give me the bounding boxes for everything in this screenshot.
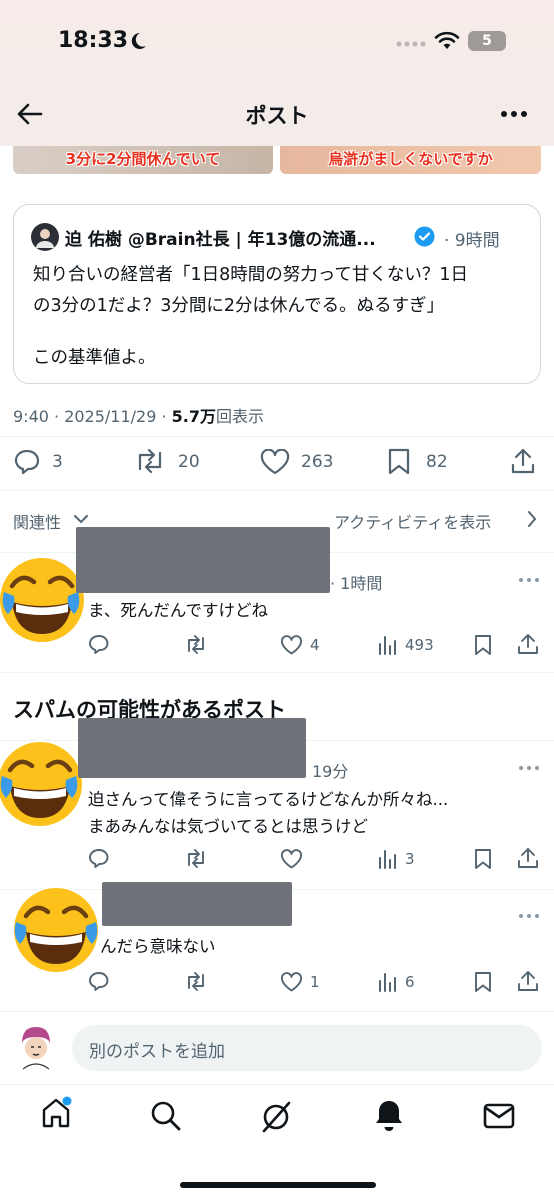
views-icon[interactable] bbox=[377, 849, 397, 869]
reply-view-count: 6 bbox=[405, 973, 415, 991]
battery-level: 5 bbox=[482, 33, 492, 49]
thumbnail-caption: 3分に2分間休んでいて bbox=[65, 150, 221, 168]
reply-like-count: 1 bbox=[310, 973, 320, 991]
my-avatar[interactable] bbox=[14, 1023, 58, 1071]
reply-like-count: 4 bbox=[310, 636, 320, 654]
divider bbox=[0, 1084, 554, 1085]
reply-icon[interactable] bbox=[88, 971, 110, 992]
chevron-down-icon[interactable] bbox=[73, 513, 89, 525]
signal-icon bbox=[396, 41, 426, 47]
moon-icon bbox=[131, 32, 146, 49]
show-activity-link[interactable]: アクティビティを表示 bbox=[334, 509, 491, 533]
repost-icon[interactable] bbox=[184, 849, 208, 868]
reply-view-count: 3 bbox=[405, 850, 415, 868]
status-time: 18:33 bbox=[58, 28, 129, 53]
bookmark-icon[interactable] bbox=[386, 447, 412, 475]
like-icon[interactable] bbox=[280, 849, 303, 869]
reply-icon[interactable] bbox=[88, 634, 110, 655]
divider bbox=[0, 1011, 554, 1012]
like-icon[interactable] bbox=[280, 972, 303, 992]
redacted-username bbox=[78, 718, 306, 778]
reply-time: · 1時間 bbox=[330, 574, 383, 593]
sort-label: 関連性 bbox=[13, 513, 62, 532]
reply-icon[interactable] bbox=[88, 848, 110, 869]
laughing-emoji-icon[interactable] bbox=[0, 732, 88, 836]
bookmark-count: 82 bbox=[426, 452, 448, 472]
views-icon[interactable] bbox=[377, 635, 397, 655]
like-icon[interactable] bbox=[260, 449, 290, 475]
laughing-emoji-icon[interactable] bbox=[6, 880, 106, 980]
views-count: 5.7万 bbox=[171, 407, 217, 426]
divider bbox=[0, 490, 554, 491]
chevron-right-icon[interactable] bbox=[526, 510, 538, 528]
repost-icon[interactable] bbox=[184, 972, 208, 991]
repost-icon[interactable] bbox=[184, 635, 208, 654]
mail-icon[interactable] bbox=[483, 1102, 515, 1130]
more-icon[interactable] bbox=[519, 914, 539, 918]
like-count: 263 bbox=[301, 452, 334, 472]
quoted-text-line: この基準値よ。 bbox=[33, 348, 156, 368]
divider bbox=[0, 672, 554, 673]
share-icon[interactable] bbox=[517, 970, 539, 992]
reply-view-count: 493 bbox=[405, 636, 434, 654]
views-icon[interactable] bbox=[377, 972, 397, 992]
views-label: 回表示 bbox=[216, 407, 265, 426]
quoted-author-name: 迫 佑樹 @Brain社長 | 年13億の流通... bbox=[65, 230, 376, 250]
more-icon[interactable] bbox=[519, 766, 539, 770]
redacted-username bbox=[102, 882, 292, 926]
quoted-author-avatar bbox=[31, 223, 59, 251]
home-indicator bbox=[180, 1182, 376, 1188]
reply-text: んだら意味ない bbox=[100, 937, 216, 956]
bell-icon[interactable] bbox=[372, 1098, 406, 1134]
reply-count: 3 bbox=[52, 452, 63, 472]
bookmark-icon[interactable] bbox=[473, 971, 493, 993]
repost-icon[interactable] bbox=[134, 449, 166, 473]
home-icon[interactable] bbox=[40, 1096, 74, 1130]
quoted-post-time: · 9時間 bbox=[444, 231, 500, 251]
grok-icon[interactable] bbox=[259, 1100, 293, 1134]
thumbnail-caption: 烏滸がましくないですか bbox=[328, 150, 493, 168]
more-icon[interactable] bbox=[500, 110, 528, 118]
bookmark-icon[interactable] bbox=[473, 848, 493, 870]
reply-text: 迫さんって偉そうに言ってるけどなんか所々ね... bbox=[88, 790, 449, 809]
bookmark-icon[interactable] bbox=[473, 634, 493, 656]
post-date: 9:40 · 2025/11/29 · bbox=[13, 407, 172, 426]
share-icon[interactable] bbox=[510, 447, 536, 475]
sort-dropdown[interactable]: 関連性 bbox=[13, 509, 61, 533]
laughing-emoji-icon[interactable] bbox=[0, 548, 88, 652]
quoted-text-line: の3分の1だよ？3分間に2分は休んでる。ぬるすぎ」 bbox=[33, 296, 445, 316]
search-icon[interactable] bbox=[150, 1100, 182, 1132]
more-icon[interactable] bbox=[519, 578, 539, 582]
share-icon[interactable] bbox=[517, 633, 539, 655]
redacted-username bbox=[76, 527, 330, 593]
divider bbox=[0, 436, 554, 437]
share-icon[interactable] bbox=[517, 847, 539, 869]
reply-icon[interactable] bbox=[13, 448, 41, 474]
reply-time: 19分 bbox=[312, 762, 349, 781]
repost-count: 20 bbox=[178, 452, 200, 472]
page-title: ポスト bbox=[245, 104, 309, 128]
reply-text: ま、死んだんですけどね bbox=[88, 601, 269, 620]
wifi-icon bbox=[434, 31, 460, 49]
add-post-placeholder: 別のポストを追加 bbox=[89, 1042, 225, 1062]
reply-text: まあみんなは気づいてるとは思うけど bbox=[88, 817, 369, 836]
verified-icon bbox=[414, 226, 435, 247]
media-thumbnail-left[interactable]: 3分に2分間休んでいて bbox=[13, 146, 273, 174]
media-thumbnail-right[interactable]: 烏滸がましくないですか bbox=[280, 146, 541, 174]
post-metadata: 9:40 · 2025/11/29 · 5.7万回表示 bbox=[13, 403, 264, 427]
like-icon[interactable] bbox=[280, 635, 303, 655]
quoted-text-line: 知り合いの経営者「1日8時間の努力って甘くない？1日 bbox=[33, 265, 469, 285]
battery-icon: 5 bbox=[468, 31, 506, 51]
